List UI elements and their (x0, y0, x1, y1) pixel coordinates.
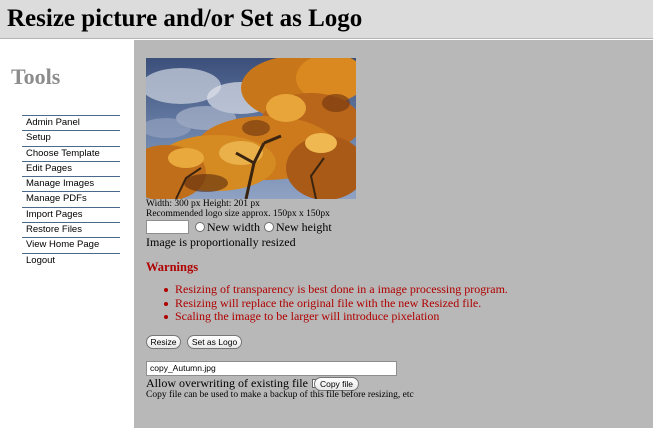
resize-size-input[interactable] (146, 220, 189, 234)
resize-button[interactable]: Resize (146, 335, 181, 349)
image-info: Width: 300 px Height: 201 px Recommended… (146, 199, 330, 219)
warnings-list: Resizing of transparency is best done in… (162, 283, 508, 324)
nav-admin-panel[interactable]: Admin Panel (22, 116, 120, 132)
resize-controls: New width New height (146, 220, 336, 234)
main-content: Width: 300 px Height: 201 px Recommended… (134, 40, 653, 428)
proportional-note: Image is proportionally resized (146, 235, 296, 249)
copy-filename-input[interactable]: copy_Autumn.jpg (146, 361, 397, 376)
set-as-logo-button[interactable]: Set as Logo (187, 335, 242, 349)
nav-choose-template[interactable]: Choose Template (22, 147, 120, 162)
warning-item: Resizing will replace the original file … (162, 296, 508, 311)
copy-file-note: Copy file can be used to make a backup o… (146, 390, 414, 400)
warnings-title: Warnings (146, 260, 199, 274)
sidebar: Tools Admin Panel Setup Choose Template … (0, 40, 134, 428)
sidebar-nav: Admin Panel Setup Choose Template Edit P… (22, 115, 120, 269)
warning-item: Resizing of transparency is best done in… (162, 283, 508, 297)
page-header: Resize picture and/or Set as Logo (0, 0, 653, 39)
overwrite-label: Allow overwriting of existing file (146, 376, 308, 390)
nav-edit-pages[interactable]: Edit Pages (22, 162, 120, 178)
nav-logout[interactable]: Logout (22, 254, 120, 269)
sidebar-title: Tools (11, 64, 61, 89)
nav-manage-images[interactable]: Manage Images (22, 177, 120, 193)
nav-view-home-page[interactable]: View Home Page (22, 238, 120, 254)
nav-restore-files[interactable]: Restore Files (22, 223, 120, 239)
nav-setup[interactable]: Setup (22, 131, 120, 147)
image-dimensions: Width: 300 px Height: 201 px (146, 199, 260, 209)
copy-file-button[interactable]: Copy file (314, 377, 359, 391)
new-height-radio[interactable] (264, 222, 274, 232)
nav-manage-pdfs[interactable]: Manage PDFs (22, 192, 120, 208)
autumn-tree-image (146, 58, 356, 199)
page-title: Resize picture and/or Set as Logo (7, 5, 363, 32)
new-width-radio[interactable] (195, 222, 205, 232)
nav-import-pages[interactable]: Import Pages (22, 208, 120, 224)
new-height-label: New height (276, 219, 332, 234)
overwrite-row: Allow overwriting of existing file (146, 376, 321, 391)
logo-size-recommendation: Recommended logo size approx. 150px x 15… (146, 209, 330, 219)
new-width-label: New width (207, 219, 260, 234)
warning-item: Scaling the image to be larger will intr… (162, 310, 508, 324)
